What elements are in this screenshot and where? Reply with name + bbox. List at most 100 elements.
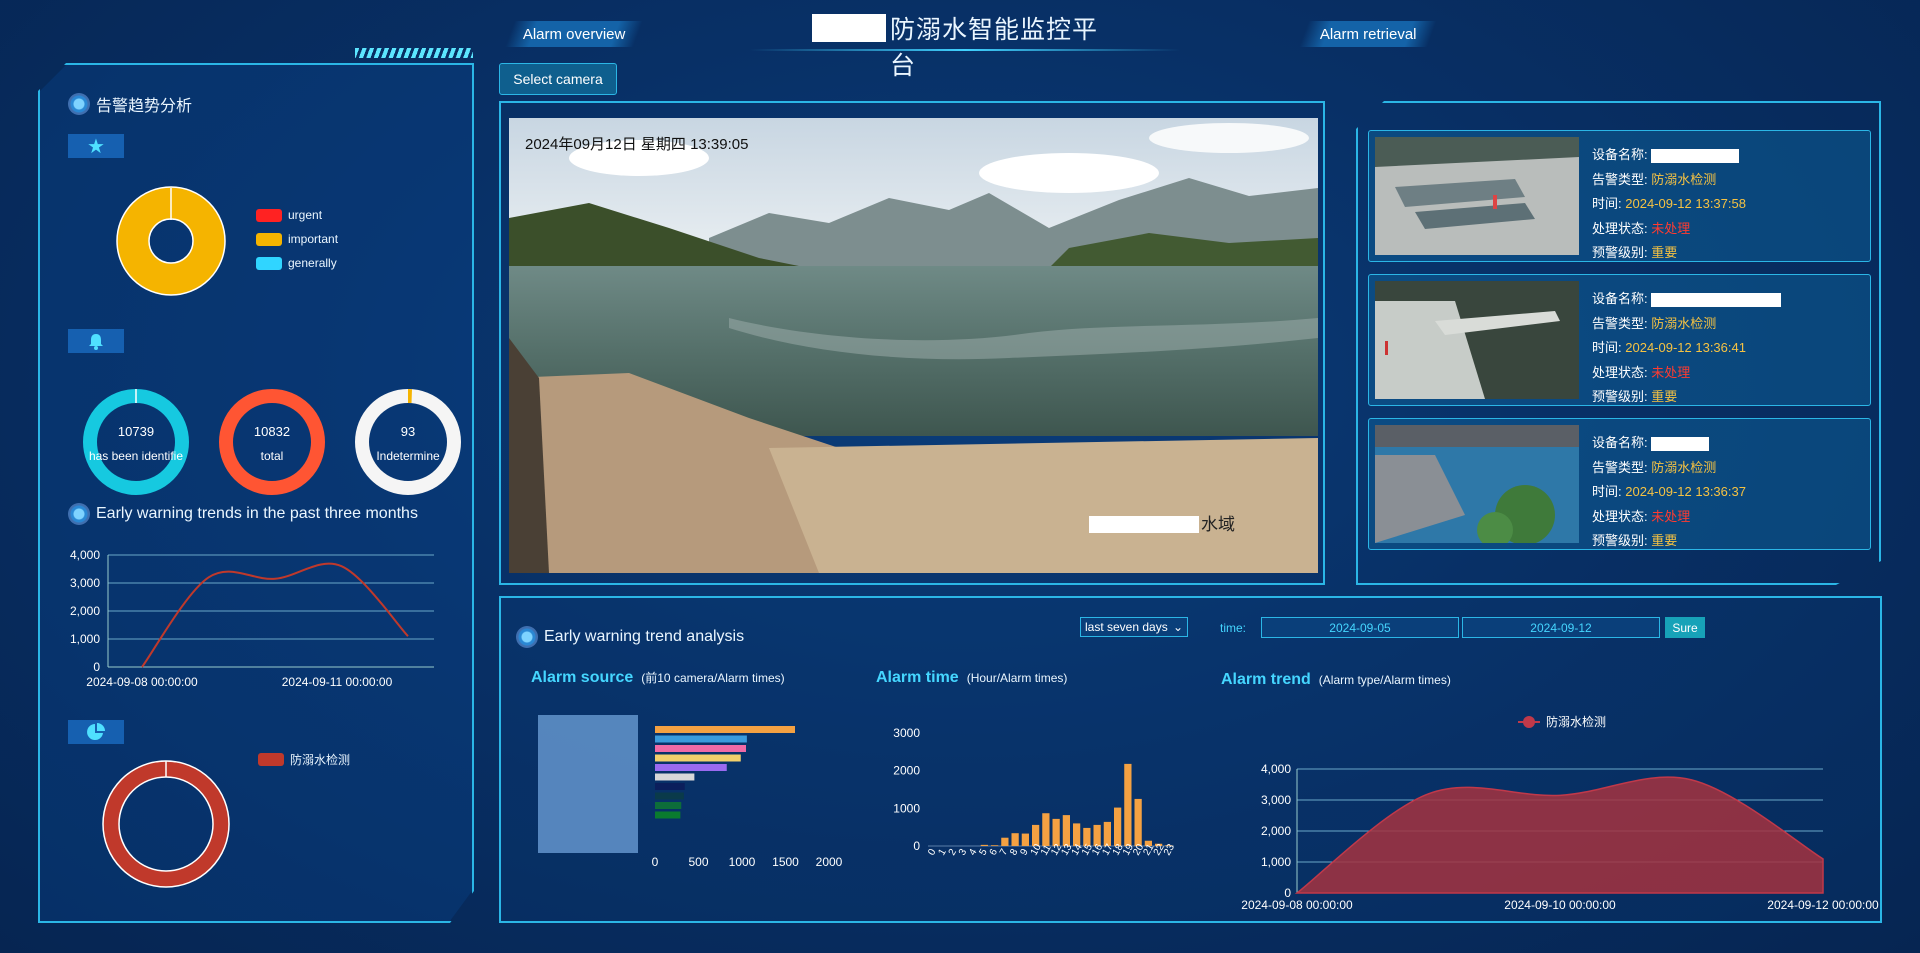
source-bar [655, 792, 684, 800]
y-tick: 3,000 [70, 576, 100, 590]
legend-item-urgent[interactable]: urgent [256, 207, 338, 223]
ring-label: total [260, 449, 284, 463]
x-tick: 2024-09-08 00:00:00 [1241, 898, 1353, 912]
time-label: time: [1220, 621, 1247, 635]
chart-note: (前10 camera/Alarm times) [641, 671, 785, 685]
source-bar [655, 783, 685, 790]
alarm-thumbnail[interactable] [1375, 425, 1579, 543]
ring-value: 10739 [117, 424, 155, 439]
hour-bar [1124, 763, 1132, 846]
section-title-text: Early warning trends in the past three m… [96, 505, 418, 522]
y-tick: 2,000 [1261, 824, 1291, 838]
y-tick: 2,000 [70, 604, 100, 618]
alarm-type: 防溺水检测 [1651, 459, 1717, 475]
alarm-level-legend: urgent important generally [256, 207, 338, 271]
alarm-level: 重要 [1651, 245, 1678, 260]
alarm-source-title: Alarm source (前10 camera/Alarm times) [531, 669, 785, 687]
legend-item-drowning[interactable]: 防溺水检测 [258, 751, 350, 767]
select-camera-label: Select camera [513, 71, 603, 87]
date-from-input[interactable]: 2024-09-05 [1261, 617, 1459, 638]
video-timestamp: 2024年09月12日 星期四 13:39:05 [525, 136, 748, 153]
bell-icon [68, 329, 124, 353]
chart-title: Alarm source [531, 669, 634, 686]
lake-scene: 2024年09月12日 星期四 13:39:05 水域 [509, 118, 1318, 573]
sure-button[interactable]: Sure [1665, 617, 1705, 638]
alarm-level: 重要 [1651, 389, 1678, 404]
x-tick: 2024-09-11 00:00:00 [282, 675, 393, 689]
tab-alarm-overview[interactable]: Alarm overview [505, 21, 643, 47]
x-tick: 1000 [729, 855, 756, 869]
chevron-down-icon: ⌄ [1172, 620, 1183, 634]
tab-alarm-overview-label: Alarm overview [522, 25, 626, 43]
tab-alarm-retrieval[interactable]: Alarm retrieval [1299, 21, 1437, 47]
y-tick: 4,000 [70, 548, 100, 562]
hour-bar [1103, 821, 1111, 846]
alarm-card[interactable]: 设备名称: 告警类型: 防溺水检测 时间: 2024-09-12 13:36:3… [1368, 418, 1871, 550]
alarm-status: 未处理 [1651, 364, 1691, 380]
alarm-thumbnail[interactable] [1375, 281, 1579, 399]
alarm-time-title: Alarm time (Hour/Alarm times) [876, 669, 1067, 687]
ring-value: 93 [400, 424, 416, 439]
hour-bar [1001, 837, 1009, 846]
alarm-status: 未处理 [1651, 220, 1691, 236]
section-title-text: Early warning trend analysis [544, 628, 745, 645]
field-label: 告警类型: [1592, 171, 1648, 187]
source-bar [655, 754, 741, 762]
alarm-time: 2024-09-12 13:37:58 [1625, 196, 1746, 211]
alarm-type: 防溺水检测 [1651, 315, 1717, 331]
field-label: 处理状态: [1592, 364, 1648, 380]
redacted-device-name [1651, 148, 1740, 163]
live-video[interactable]: 2024年09月12日 星期四 13:39:05 水域 [509, 118, 1318, 573]
select-camera-button[interactable]: Select camera [499, 63, 617, 95]
ring-indeterminate-text: 93 Indetermine [354, 420, 462, 468]
y-tick: 2000 [893, 764, 920, 778]
source-bar [655, 811, 681, 819]
trend-legend[interactable]: 防溺水检测 [1518, 714, 1606, 729]
ring-identified-text: 10739 has been identifie [82, 420, 190, 468]
field-label: 处理状态: [1592, 508, 1648, 524]
date-range-select[interactable]: last seven days ⌄ [1080, 617, 1188, 637]
field-label: 预警级别: [1592, 389, 1648, 404]
bullet-icon [516, 626, 538, 648]
legend-swatch [256, 256, 282, 270]
section-title-alarm-trend: 告警趋势分析 [68, 92, 192, 116]
alarm-trend-chart: 防溺水检测 4,0003,0002,0001,0000 2024-09-08 0… [1241, 714, 1879, 912]
source-bar [655, 735, 747, 743]
alarm-source-chart: 0 500 1000 1500 2000 [538, 715, 843, 869]
trend-legend-label: 防溺水检测 [1546, 714, 1606, 729]
field-label: 预警级别: [1592, 245, 1648, 260]
legend-swatch [258, 752, 284, 766]
alarm-thumbnail[interactable] [1375, 137, 1579, 255]
hour-bar [1114, 807, 1122, 846]
y-tick: 0 [913, 839, 920, 853]
hour-bar [1011, 833, 1019, 846]
page-title: 防溺水智能监控平台 [890, 16, 1099, 80]
field-label: 时间: [1592, 196, 1622, 211]
legend-item-important[interactable]: important [256, 231, 338, 247]
legend-label: important [288, 232, 339, 246]
detection-type-donut [102, 760, 230, 888]
alarm-status: 未处理 [1651, 508, 1691, 524]
date-to-input[interactable]: 2024-09-12 [1462, 617, 1660, 638]
detection-legend: 防溺水检测 [258, 751, 350, 767]
y-tick: 4,000 [1261, 762, 1291, 776]
ring-label: has been identifie [88, 449, 184, 463]
y-tick: 1000 [893, 801, 920, 815]
legend-item-generally[interactable]: generally [256, 255, 338, 271]
trend-line [141, 562, 409, 668]
camera-names-block [538, 715, 638, 853]
three-month-trend-chart: 4,000 3,000 2,000 1,000 0 2024-09-08 00:… [70, 548, 434, 689]
donut-inner-outline [148, 218, 194, 264]
y-tick: 1,000 [70, 632, 100, 646]
legend-label: urgent [288, 208, 323, 222]
redacted-title-prefix [812, 14, 886, 42]
x-tick: 1500 [772, 855, 799, 869]
donut-segment-drowning [103, 761, 229, 887]
tab-alarm-retrieval-label: Alarm retrieval [1319, 25, 1417, 43]
field-label: 预警级别: [1592, 533, 1648, 548]
trend-area [1294, 776, 1824, 894]
alarm-card[interactable]: 设备名称: 告警类型: 防溺水检测 时间: 2024-09-12 13:37:5… [1368, 130, 1871, 262]
alarm-card[interactable]: 设备名称: 告警类型: 防溺水检测 时间: 2024-09-12 13:36:4… [1368, 274, 1871, 406]
hour-bar [1052, 818, 1060, 846]
hour-bar [1134, 798, 1142, 846]
